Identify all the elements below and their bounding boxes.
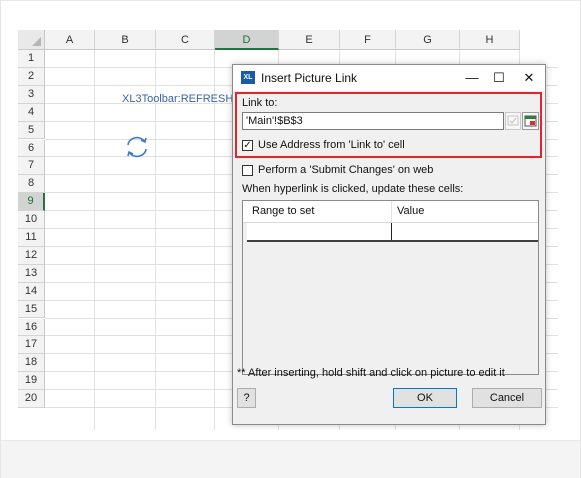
select-range-button[interactable] <box>522 112 539 130</box>
grid-column-line <box>155 50 156 430</box>
row-header-4[interactable]: 4 <box>18 103 45 122</box>
row-header-5[interactable]: 5 <box>18 121 45 140</box>
range-value-table: Range to set Value <box>242 200 539 375</box>
footnote-text: ** After inserting, hold shift and click… <box>237 367 505 379</box>
insert-picture-link-dialog: XL Insert Picture Link — ☐ ✕ Link to: 'M… <box>232 64 546 425</box>
row-header-6[interactable]: 6 <box>18 139 45 158</box>
row-header-1[interactable]: 1 <box>18 50 45 68</box>
minimize-button[interactable]: — <box>459 68 485 88</box>
column-header-b[interactable]: B <box>95 30 156 50</box>
maximize-button[interactable]: ☐ <box>486 68 512 88</box>
column-header-f[interactable]: F <box>340 30 396 50</box>
row-header-7[interactable]: 7 <box>18 157 45 176</box>
table-row[interactable] <box>247 223 538 242</box>
pick-cell-button[interactable] <box>505 112 521 130</box>
column-header-e[interactable]: E <box>279 30 340 50</box>
row-header-9[interactable]: 9 <box>18 193 45 212</box>
column-header-a[interactable]: A <box>45 30 95 50</box>
submit-changes-checkbox[interactable] <box>242 165 253 176</box>
table-header: Range to set Value <box>243 201 538 223</box>
row-header-3[interactable]: 3 <box>18 85 45 104</box>
grid-column-line <box>214 50 215 430</box>
row-header-14[interactable]: 14 <box>18 282 45 301</box>
link-to-input[interactable]: 'Main'!$B$3 <box>242 112 504 130</box>
row-header-11[interactable]: 11 <box>18 229 45 247</box>
row-header-19[interactable]: 19 <box>18 372 45 391</box>
cancel-button[interactable]: Cancel <box>472 388 542 408</box>
row-header-18[interactable]: 18 <box>18 354 45 373</box>
header-separator <box>391 201 392 222</box>
row-header-12[interactable]: 12 <box>18 246 45 265</box>
column-header-h[interactable]: H <box>460 30 520 50</box>
cell-b3[interactable]: XL3Toolbar:REFRESH <box>122 93 233 105</box>
refresh-arrows-icon[interactable] <box>124 134 150 160</box>
value-header[interactable]: Value <box>397 205 424 217</box>
row-header-20[interactable]: 20 <box>18 390 45 408</box>
column-header-c[interactable]: C <box>156 30 215 50</box>
close-button[interactable]: ✕ <box>516 68 542 88</box>
row-header-10[interactable]: 10 <box>18 211 45 229</box>
help-button[interactable]: ? <box>237 388 256 408</box>
submit-changes-label: Perform a 'Submit Changes' on web <box>258 164 434 176</box>
ok-button[interactable]: OK <box>393 388 457 408</box>
grid-column-line <box>94 50 95 430</box>
row-header-8[interactable]: 8 <box>18 175 45 194</box>
update-cells-label: When hyperlink is clicked, update these … <box>242 183 464 195</box>
bottom-band <box>1 440 580 478</box>
row-header-13[interactable]: 13 <box>18 264 45 283</box>
xl-app-icon: XL <box>241 71 255 84</box>
select-all-corner[interactable] <box>18 30 45 50</box>
use-address-label: Use Address from 'Link to' cell <box>258 139 405 151</box>
select-range-icon <box>524 115 537 127</box>
column-header-d[interactable]: D <box>215 30 279 50</box>
row-separator <box>391 223 392 240</box>
row-header-15[interactable]: 15 <box>18 300 45 319</box>
row-header-17[interactable]: 17 <box>18 336 45 355</box>
use-address-checkbox[interactable]: ✓ <box>242 140 253 151</box>
row-header-2[interactable]: 2 <box>18 67 45 86</box>
link-to-label: Link to: <box>242 97 278 109</box>
dialog-titlebar[interactable]: XL Insert Picture Link — ☐ ✕ <box>233 65 545 91</box>
dialog-title: Insert Picture Link <box>261 71 358 85</box>
column-header-g[interactable]: G <box>396 30 460 50</box>
select-all-triangle-icon <box>32 37 41 46</box>
row-header-16[interactable]: 16 <box>18 318 45 337</box>
range-to-set-header[interactable]: Range to set <box>252 205 314 217</box>
pick-cell-icon <box>507 115 519 126</box>
